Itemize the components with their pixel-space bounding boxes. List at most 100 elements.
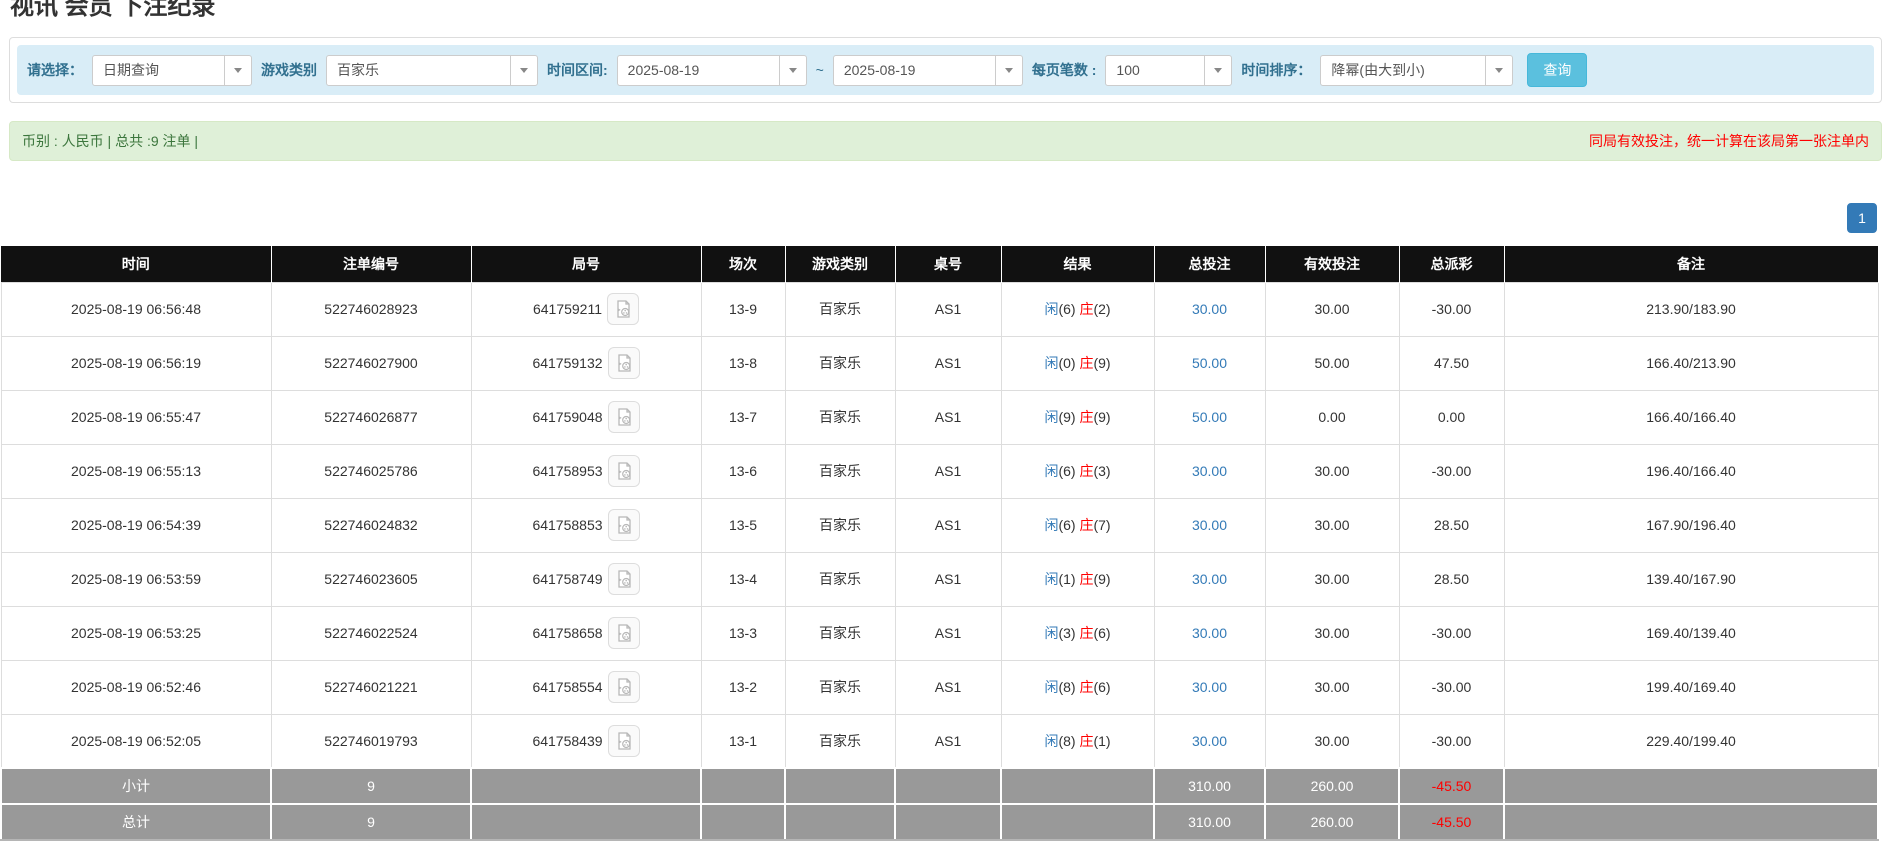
page-size-value: 100 [1106,62,1149,78]
round-no-value: 641758749 [532,571,602,587]
result-cell: 闲(9) 庄(9) [1001,390,1154,444]
search-button[interactable]: 查询 [1527,53,1587,87]
banker-result: 庄 [1079,625,1093,641]
payout-cell: 28.50 [1399,552,1504,606]
query-type-select[interactable]: 日期查询 [92,55,252,86]
video-icon[interactable] [608,455,640,487]
round-no-cell: 641759132 [471,336,701,390]
player-result: 闲 [1044,301,1058,317]
bet-no-cell: 522746027900 [271,336,471,390]
round-no-cell: 641758953 [471,444,701,498]
table-row: 2025-08-19 06:52:05522746019793641758439… [1,714,1878,768]
table-no-cell: AS1 [895,336,1001,390]
total-bet-link[interactable]: 30.00 [1192,463,1227,479]
chevron-down-icon [779,56,806,85]
table-no-cell: AS1 [895,444,1001,498]
table-no-cell: AS1 [895,606,1001,660]
total-bet-link[interactable]: 30.00 [1192,301,1227,317]
total-bet-cell: 50.00 [1154,390,1265,444]
session-cell: 13-6 [701,444,785,498]
date-range-tilde: ~ [816,62,824,78]
session-cell: 13-2 [701,660,785,714]
query-type-label: 请选择： [27,60,83,80]
note-cell: 199.40/169.40 [1504,660,1878,714]
game-type-cell: 百家乐 [785,714,895,768]
info-bar: 币别 : 人民币 | 总共 :9 注单 | 同局有效投注，统一计算在该局第一张注… [9,121,1882,161]
round-no-value: 641759048 [532,409,602,425]
time-range-label: 时间区间: [547,60,608,80]
game-type-cell: 百家乐 [785,498,895,552]
payout-cell: -30.00 [1399,282,1504,336]
banker-result: 庄 [1079,733,1093,749]
result-cell: 闲(8) 庄(6) [1001,660,1154,714]
game-type-cell: 百家乐 [785,606,895,660]
col-header-table-no: 桌号 [895,246,1001,282]
page-1-button[interactable]: 1 [1847,203,1877,233]
table-no-cell: AS1 [895,552,1001,606]
banker-result: 庄 [1079,679,1093,695]
total-bet-link[interactable]: 30.00 [1192,625,1227,641]
time-cell: 2025-08-19 06:56:19 [1,336,271,390]
total-bet-cell: 30.00 [1154,282,1265,336]
date-from-select[interactable]: 2025-08-19 [617,55,807,86]
total-valid-bet: 260.00 [1265,804,1399,840]
player-result: 闲 [1044,409,1058,425]
result-cell: 闲(8) 庄(1) [1001,714,1154,768]
chevron-down-icon [510,56,537,85]
total-bet-link[interactable]: 30.00 [1192,733,1227,749]
payout-cell: 28.50 [1399,498,1504,552]
valid-bet-cell: 50.00 [1265,336,1399,390]
video-icon[interactable] [608,563,640,595]
date-to-value: 2025-08-19 [834,62,926,78]
total-bet-link[interactable]: 50.00 [1192,355,1227,371]
video-icon[interactable] [608,509,640,541]
video-icon[interactable] [608,725,640,757]
video-icon[interactable] [608,671,640,703]
game-type-cell: 百家乐 [785,552,895,606]
game-type-cell: 百家乐 [785,444,895,498]
video-icon[interactable] [608,347,640,379]
total-bet-cell: 30.00 [1154,660,1265,714]
round-no-value: 641759211 [533,301,602,317]
subtotal-row: 小计 9 310.00 260.00 -45.50 [1,768,1878,804]
player-result: 闲 [1044,625,1058,641]
total-bet-link[interactable]: 30.00 [1192,517,1227,533]
round-no-cell: 641759211 [471,282,701,336]
video-icon[interactable] [608,617,640,649]
game-type-select[interactable]: 百家乐 [326,55,538,86]
total-bet-link[interactable]: 30.00 [1192,679,1227,695]
date-to-select[interactable]: 2025-08-19 [833,55,1023,86]
player-result: 闲 [1044,463,1058,479]
table-row: 2025-08-19 06:55:13522746025786641758953… [1,444,1878,498]
bet-no-cell: 522746019793 [271,714,471,768]
sort-order-select[interactable]: 降幂(由大到小) [1320,55,1513,86]
subtotal-count: 9 [271,768,471,804]
session-cell: 13-9 [701,282,785,336]
total-bet-link[interactable]: 30.00 [1192,571,1227,587]
page-title: 视讯 会员 下注纪录 [10,0,1891,21]
video-icon[interactable] [608,401,640,433]
bet-no-cell: 522746024832 [271,498,471,552]
page-size-label: 每页笔数 : [1032,60,1097,80]
bet-no-cell: 522746021221 [271,660,471,714]
payout-cell: 0.00 [1399,390,1504,444]
table-row: 2025-08-19 06:53:59522746023605641758749… [1,552,1878,606]
page-size-select[interactable]: 100 [1105,55,1232,86]
video-icon[interactable] [607,293,639,325]
result-cell: 闲(0) 庄(9) [1001,336,1154,390]
note-cell: 139.40/167.90 [1504,552,1878,606]
bet-no-cell: 522746025786 [271,444,471,498]
session-cell: 13-4 [701,552,785,606]
result-cell: 闲(6) 庄(7) [1001,498,1154,552]
chevron-down-icon [224,56,251,85]
total-bet-link[interactable]: 50.00 [1192,409,1227,425]
col-header-game-type: 游戏类别 [785,246,895,282]
note-cell: 229.40/199.40 [1504,714,1878,768]
round-no-value: 641758554 [532,679,602,695]
total-bet-cell: 30.00 [1154,552,1265,606]
table-no-cell: AS1 [895,498,1001,552]
valid-bet-cell: 30.00 [1265,444,1399,498]
time-cell: 2025-08-19 06:52:05 [1,714,271,768]
session-cell: 13-7 [701,390,785,444]
col-header-note: 备注 [1504,246,1878,282]
